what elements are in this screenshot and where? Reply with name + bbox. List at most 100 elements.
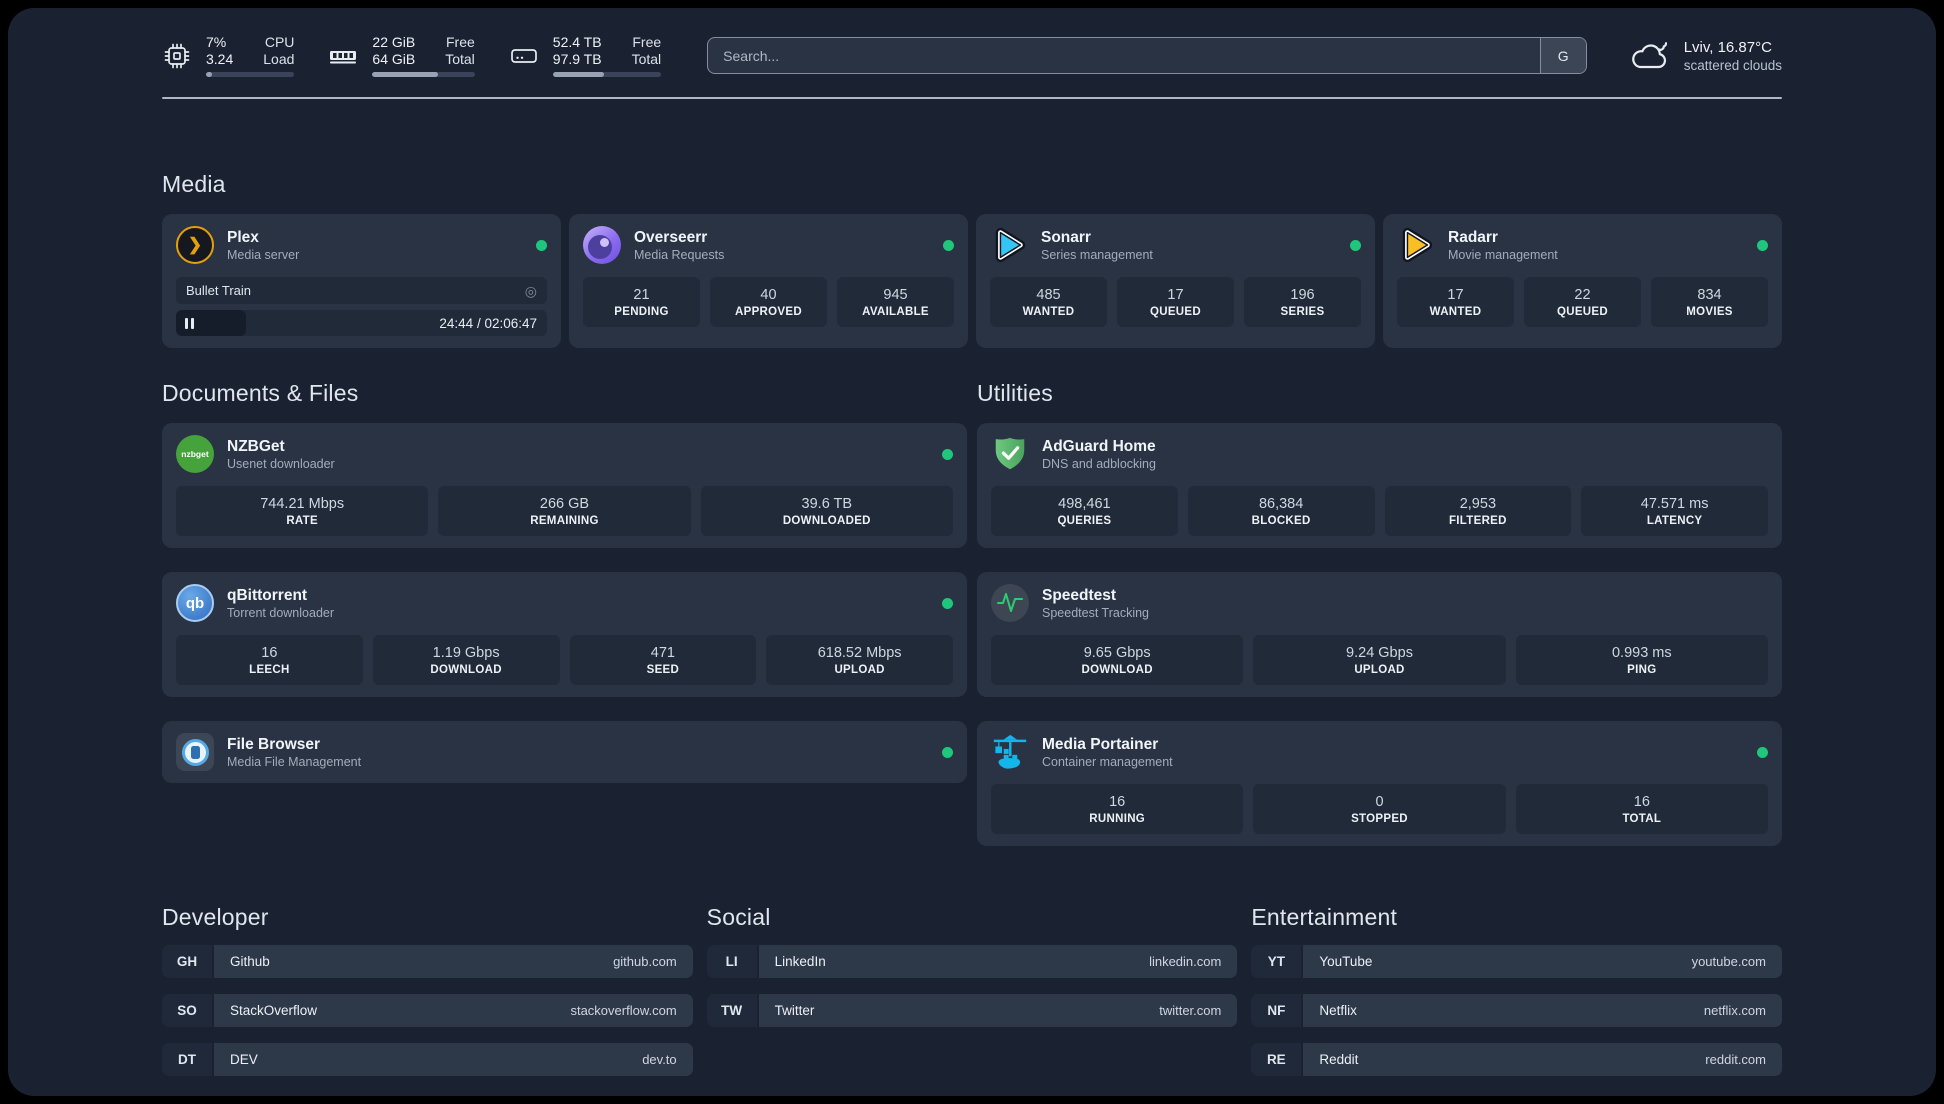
bookmark-linkedin[interactable]: LI LinkedIn linkedin.com (706, 945, 1238, 978)
stat-tile: 0 STOPPED (1253, 784, 1506, 834)
search-engine-button[interactable]: G (1539, 38, 1586, 73)
service-subtitle: Torrent downloader (227, 605, 335, 620)
cpu-stat: 7% CPU 3.24 Load (162, 34, 295, 77)
bookmark-abbr: YT (1251, 945, 1302, 978)
status-dot (942, 597, 953, 609)
bookmark-twitter[interactable]: TW Twitter twitter.com (706, 994, 1238, 1027)
pause-icon[interactable] (185, 317, 194, 329)
bookmark-group-social: Social LI LinkedIn linkedin.com TW Twitt… (706, 904, 1238, 1076)
stat-tile: 17 QUEUED (1117, 277, 1234, 327)
bookmark-netflix[interactable]: NF Netflix netflix.com (1251, 994, 1782, 1027)
dashboard: 7% CPU 3.24 Load 22 GiB Free 64 GiB Tota… (8, 8, 1936, 1096)
service-card-plex[interactable]: ❯ Plex Media server Bullet Train ◎ 24:44… (162, 214, 561, 348)
now-playing-view-icon[interactable]: ◎ (525, 284, 537, 298)
weather-condition: scattered clouds (1683, 57, 1782, 73)
cpu-load-value: 3.24 (206, 51, 234, 67)
filebrowser-icon (176, 733, 214, 771)
bookmark-url: stackoverflow.com (570, 1003, 677, 1018)
bookmark-name: DEV (230, 1052, 258, 1067)
section-utilities: Utilities AdGuard Home DNS and adblockin… (977, 380, 1782, 846)
service-title: File Browser (227, 735, 321, 753)
overseerr-icon (583, 226, 621, 264)
disk-total-value: 97.9 TB (552, 51, 602, 67)
memory-free-value: 22 GiB (372, 34, 416, 50)
cpu-icon (164, 43, 190, 68)
section-title-developer: Developer (162, 904, 269, 930)
service-title: Radarr (1448, 228, 1498, 246)
service-card-sonarr[interactable]: Sonarr Series management 485 WANTED 17 Q… (976, 214, 1375, 348)
section-title-utilities: Utilities (977, 380, 1053, 406)
stat-tile: 17 WANTED (1397, 277, 1514, 327)
status-dot (536, 239, 547, 251)
memory-usage-fill (372, 72, 438, 77)
bookmark-url: netflix.com (1703, 1003, 1766, 1018)
bookmark-reddit[interactable]: RE Reddit reddit.com (1251, 1043, 1782, 1076)
service-title: NZBGet (227, 437, 285, 455)
search-bar: G (707, 37, 1587, 74)
service-subtitle: Media File Management (227, 754, 362, 769)
bookmark-name: Github (230, 954, 270, 969)
search-input[interactable] (707, 37, 1587, 74)
memory-stat: 22 GiB Free 64 GiB Total (328, 34, 475, 77)
header-divider (162, 97, 1782, 99)
service-card-portainer[interactable]: Media Portainer Container management 16 … (977, 721, 1782, 846)
playback-progress-bar[interactable]: 24:44 / 02:06:47 (176, 310, 547, 336)
disk-icon (510, 48, 537, 63)
service-card-adguard[interactable]: AdGuard Home DNS and adblocking 498,461 … (977, 423, 1782, 548)
cpu-usage-value: 7% (206, 34, 227, 50)
bookmark-url: youtube.com (1691, 954, 1766, 969)
stat-tile: 196 SERIES (1244, 277, 1361, 327)
plex-icon: ❯ (176, 226, 214, 264)
status-dot (942, 448, 953, 460)
stat-tile: 618.52 Mbps UPLOAD (766, 635, 953, 685)
service-subtitle: DNS and adblocking (1042, 456, 1156, 471)
bookmark-youtube[interactable]: YT YouTube youtube.com (1251, 945, 1782, 978)
service-card-qbittorrent[interactable]: qb qBittorrent Torrent downloader 16 LEE… (162, 572, 967, 697)
portainer-icon (991, 733, 1029, 771)
memory-total-label: Total (445, 51, 475, 67)
section-title-media: Media (162, 171, 226, 197)
weather-location: Lviv, 16.87°C (1683, 38, 1772, 56)
header: 7% CPU 3.24 Load 22 GiB Free 64 GiB Tota… (162, 8, 1782, 77)
disk-free-label: Free (632, 34, 662, 50)
service-subtitle: Movie management (1448, 247, 1558, 262)
bookmark-abbr: LI (706, 945, 757, 978)
bookmark-name: Twitter (774, 1003, 815, 1018)
bookmark-dev[interactable]: DT DEV dev.to (162, 1043, 693, 1076)
weather-widget[interactable]: Lviv, 16.87°C scattered clouds (1629, 38, 1782, 74)
bookmark-group-developer: Developer GH Github github.com SO StackO… (162, 904, 693, 1076)
stat-tile: 834 MOVIES (1651, 277, 1768, 327)
service-card-speedtest[interactable]: Speedtest Speedtest Tracking 9.65 Gbps D… (977, 572, 1782, 697)
bookmark-abbr: DT (162, 1043, 212, 1076)
ram-icon (330, 50, 357, 63)
cpu-usage-fill (206, 72, 213, 77)
cpu-load-label: Load (263, 51, 295, 67)
status-dot (942, 746, 953, 758)
stat-tile: 945 AVAILABLE (837, 277, 954, 327)
stat-tile: 744.21 Mbps RATE (176, 486, 429, 536)
cpu-usage-bar (206, 72, 295, 77)
bookmark-stackoverflow[interactable]: SO StackOverflow stackoverflow.com (162, 994, 693, 1027)
service-title: AdGuard Home (1042, 437, 1156, 455)
bookmark-abbr: SO (162, 994, 212, 1027)
section-documents: Documents & Files nzbget NZBGet Usenet d… (162, 380, 967, 846)
stat-tile: 2,953 FILTERED (1384, 486, 1572, 536)
bookmark-name: StackOverflow (230, 1003, 318, 1018)
service-card-radarr[interactable]: Radarr Movie management 17 WANTED 22 QUE… (1383, 214, 1782, 348)
stat-tile: 21 PENDING (583, 277, 700, 327)
service-title: Speedtest (1042, 586, 1117, 604)
stat-tile: 9.65 Gbps DOWNLOAD (991, 635, 1244, 685)
bookmark-url: linkedin.com (1149, 954, 1222, 969)
bookmark-name: Netflix (1319, 1003, 1357, 1018)
playback-time: 24:44 / 02:06:47 (439, 315, 537, 331)
service-card-overseerr[interactable]: Overseerr Media Requests 21 PENDING 40 A… (569, 214, 968, 348)
service-subtitle: Speedtest Tracking (1042, 605, 1150, 620)
stat-tile: 86,384 BLOCKED (1187, 486, 1375, 536)
bookmark-github[interactable]: GH Github github.com (162, 945, 693, 978)
cloud-icon (1631, 41, 1667, 68)
disk-total-label: Total (631, 51, 662, 67)
service-card-nzbget[interactable]: nzbget NZBGet Usenet downloader 744.21 M… (162, 423, 967, 548)
service-card-filebrowser[interactable]: File Browser Media File Management (162, 721, 967, 783)
service-subtitle: Media Requests (634, 247, 725, 262)
bookmark-abbr: NF (1251, 994, 1302, 1027)
